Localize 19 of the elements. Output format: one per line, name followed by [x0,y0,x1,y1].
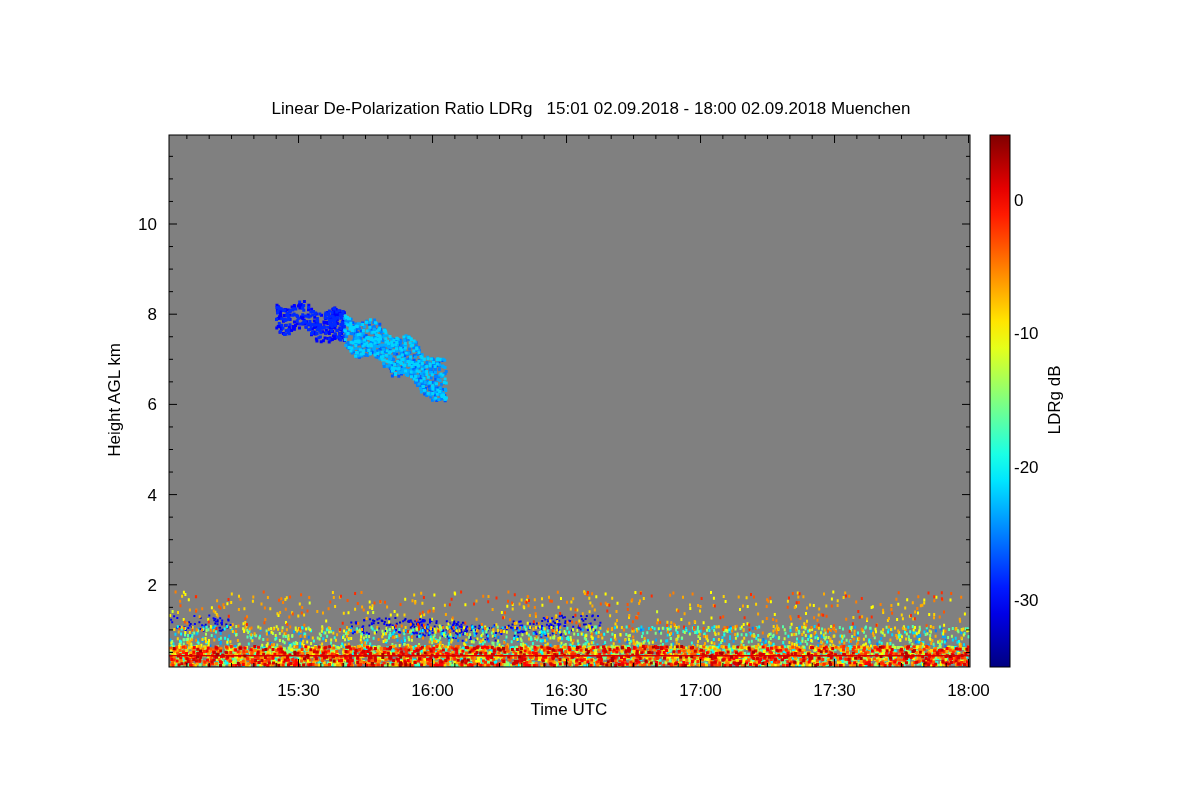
x-axis-label: Time UTC [530,700,608,719]
y-tick-label: 6 [147,395,157,415]
x-tick-label: 16:30 [545,681,588,700]
colorbar-tick-label: -10 [1014,324,1039,344]
plot-title: Linear De-Polarization Ratio LDRg 15:01 02.09.2018 - 18:00 02.09.2018 Muenchen [271,99,911,118]
colorbar-tick-label: -30 [1014,590,1039,610]
x-tick-label: 17:30 [813,681,856,700]
x-tick-label: 15:30 [277,681,320,700]
y-tick-label: 2 [147,575,157,595]
x-tick-label: 17:00 [679,681,722,700]
y-tick-label: 4 [147,485,157,505]
y-tick-label: 8 [147,305,157,325]
colorbar-label: LDRg dB [1045,365,1064,435]
colorbar-tick-label: 0 [1014,191,1024,210]
x-tick-label: 18:00 [947,681,990,700]
x-tick-label: 16:00 [411,681,454,700]
y-tick-label: 10 [138,215,157,234]
colorbar-tick-label: -20 [1014,457,1039,477]
y-axis-label: Height AGL km [105,343,124,457]
